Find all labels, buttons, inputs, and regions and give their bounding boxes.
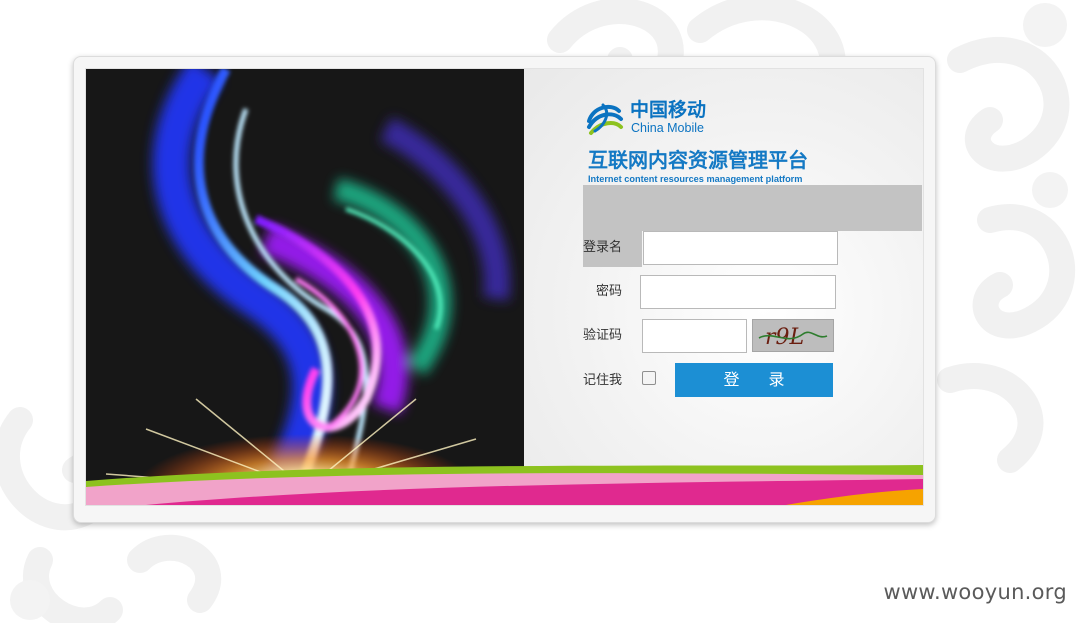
china-mobile-logo-icon xyxy=(587,103,623,135)
username-label: 登录名 xyxy=(583,240,623,255)
hero-artwork xyxy=(86,69,524,505)
watermark-text: www.wooyun.org xyxy=(883,580,1067,604)
login-button[interactable]: 登 录 xyxy=(675,363,833,397)
platform-title-en: Internet content resources management pl… xyxy=(588,174,803,184)
brand-name-cn: 中国移动 xyxy=(630,99,707,121)
remember-label: 记住我 xyxy=(583,373,623,388)
captcha-input[interactable] xyxy=(642,319,747,353)
captcha-label: 验证码 xyxy=(583,328,623,343)
decorative-wave xyxy=(86,465,923,505)
username-input[interactable] xyxy=(643,231,838,265)
remember-checkbox[interactable] xyxy=(642,371,656,385)
password-label: 密码 xyxy=(596,284,623,299)
platform-title-cn: 互联网内容资源管理平台 xyxy=(588,148,808,172)
password-input[interactable] xyxy=(640,275,836,309)
captcha-image[interactable]: r9L xyxy=(752,319,834,352)
message-banner xyxy=(583,185,922,231)
brand-name-en: China Mobile xyxy=(631,121,704,135)
